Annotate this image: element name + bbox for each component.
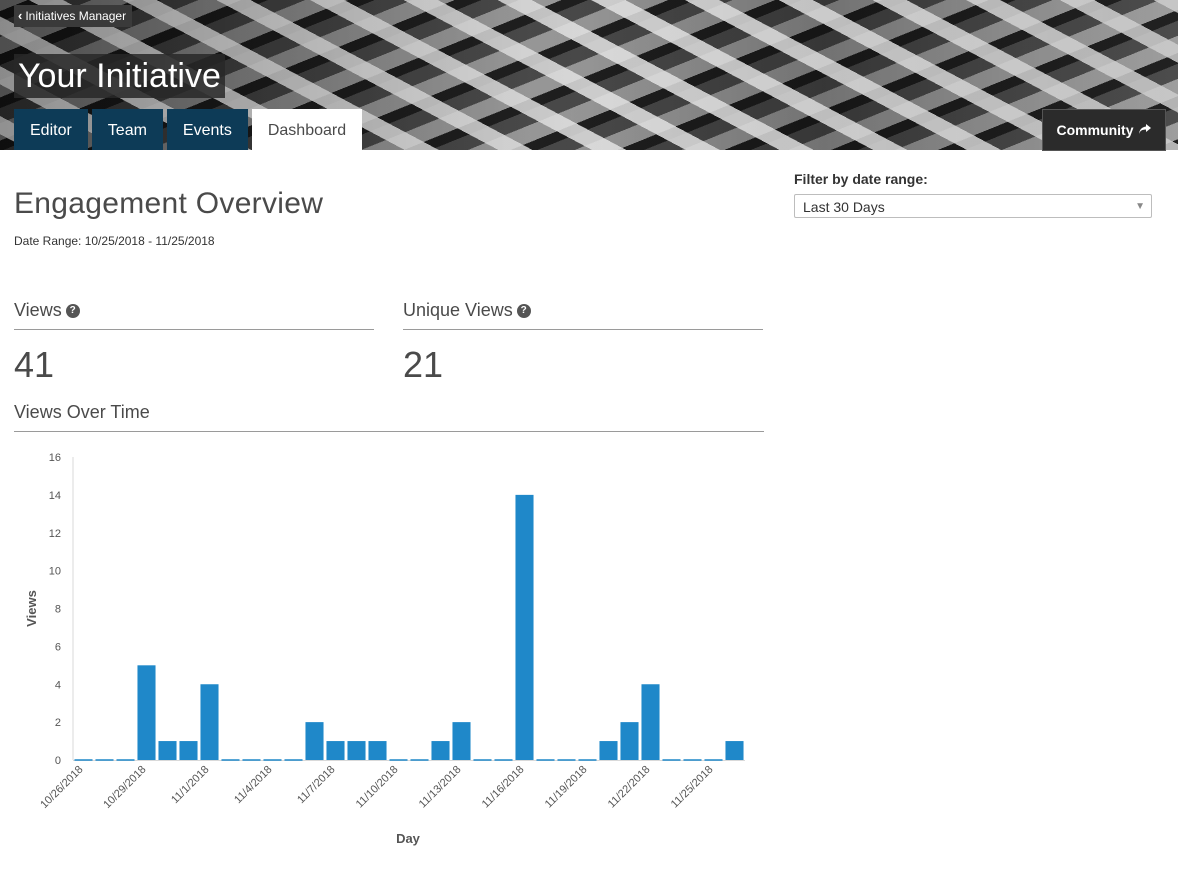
bar [431,741,450,760]
x-tick-label: 10/26/2018 [38,764,85,811]
bar [515,494,534,760]
bar [452,722,471,760]
date-range-select[interactable]: Last 30 Days ▼ [794,194,1152,218]
unique-views-label: Unique Views [403,300,513,320]
bar [326,741,345,760]
x-tick-label: 11/25/2018 [669,764,716,811]
x-tick-label: 11/16/2018 [480,764,527,811]
views-metric: Views ? 41 [14,300,374,386]
unique-views-value: 21 [403,344,444,385]
share-arrow-icon [1138,122,1152,138]
bar [368,741,387,760]
caret-down-icon: ▼ [1135,201,1145,212]
community-button[interactable]: Community [1042,109,1166,151]
x-tick-label: 11/4/2018 [232,764,275,807]
tab-team[interactable]: Team [91,109,163,150]
bar [305,722,324,760]
tab-bar: Editor Team Events Dashboard [14,109,363,150]
y-tick-label: 2 [55,717,61,729]
bar [641,684,660,760]
x-tick-label: 11/19/2018 [543,764,590,811]
y-tick-label: 8 [55,604,61,616]
tab-events[interactable]: Events [166,109,248,150]
x-tick-label: 11/1/2018 [169,764,212,807]
y-tick-label: 16 [49,452,61,464]
views-over-time-chart: 0 2 4 6 8 10 12 14 16 10/26/2018 10/29/2018 11/1/20… [24,452,745,846]
help-icon[interactable]: ? [516,303,531,318]
unique-views-metric: Unique Views ? 21 [403,300,763,386]
y-tick-label: 12 [49,528,61,540]
initiative-title: Your Initiative [14,54,225,98]
y-tick-label: 0 [55,755,61,767]
x-tick-label: 11/13/2018 [417,764,464,811]
page-title: Engagement Overview [14,187,324,220]
filter-label: Filter by date range: [794,171,928,187]
bar [158,741,177,760]
views-metric-header: Views ? [14,300,374,330]
bar [179,741,198,760]
community-button-label: Community [1056,122,1134,138]
tab-dashboard[interactable]: Dashboard [251,109,363,150]
bar [200,684,219,760]
x-axis-title: Day [396,831,421,846]
bar [599,741,618,760]
x-tick-label: 11/22/2018 [606,764,653,811]
back-button-label: Initiatives Manager [25,9,127,23]
x-tick-label: 11/7/2018 [295,764,338,807]
y-tick-label: 6 [55,641,61,653]
views-label: Views [14,300,62,320]
date-range-select-value: Last 30 Days [803,199,885,215]
tab-editor[interactable]: Editor [14,109,88,150]
bar [620,722,639,760]
chevron-left-icon: ‹ [18,8,23,23]
x-tick-label: 10/29/2018 [101,764,148,811]
unique-views-metric-header: Unique Views ? [403,300,763,330]
bar [347,741,366,760]
y-axis-title: Views [24,590,39,627]
views-over-time-title: Views Over Time [14,402,764,432]
bar [725,741,744,760]
y-tick-label: 14 [49,490,61,502]
views-value: 41 [14,344,55,385]
y-tick-label: 4 [55,679,61,691]
bar [137,665,156,760]
y-tick-label: 10 [49,566,61,578]
date-range-text: Date Range: 10/25/2018 - 11/25/2018 [14,234,215,248]
x-tick-label: 11/10/2018 [354,764,401,811]
back-to-initiatives-manager-button[interactable]: ‹ Initiatives Manager [14,5,133,27]
help-icon[interactable]: ? [65,303,80,318]
